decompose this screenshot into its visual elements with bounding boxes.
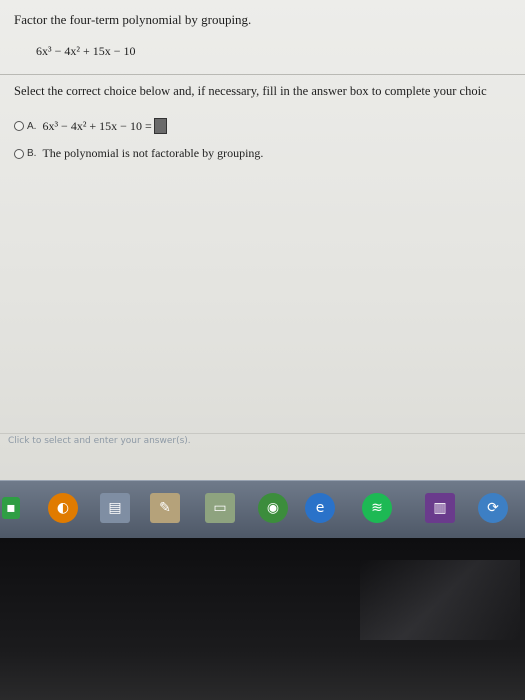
taskbar: ▪ ◐ ▤ ✎ ▭ ◉ e ≋ ▥ ⟳ bbox=[0, 480, 525, 539]
radio-button-b[interactable] bbox=[14, 148, 24, 159]
screen-glare bbox=[360, 560, 520, 640]
winrar-icon[interactable]: ▥ bbox=[425, 493, 455, 523]
internet-explorer-icon[interactable]: e bbox=[305, 493, 335, 523]
answer-box[interactable] bbox=[153, 118, 167, 134]
instruction-text: Select the correct choice below and, if … bbox=[14, 84, 487, 98]
polynomial-expression: 6x³ − 4x² + 15x − 10 bbox=[36, 44, 136, 58]
folder-icon[interactable]: ▭ bbox=[205, 493, 235, 523]
choice-a-text: 6x³ − 4x² + 15x − 10 = bbox=[42, 118, 152, 133]
answer-hint: Click to select and enter your answer(s)… bbox=[8, 436, 191, 446]
browser-icon[interactable]: ◐ bbox=[48, 493, 78, 523]
question-prompt: Factor the four-term polynomial by group… bbox=[14, 12, 252, 27]
choice-a-letter: A. bbox=[27, 120, 37, 132]
start-icon[interactable]: ▪ bbox=[2, 497, 20, 519]
chrome-icon[interactable]: ◉ bbox=[258, 493, 288, 523]
radio-button-a[interactable] bbox=[14, 121, 24, 131]
footer-divider bbox=[0, 433, 525, 434]
choice-a[interactable]: A. 6x³ − 4x² + 15x − 10 = bbox=[14, 118, 167, 134]
spotify-icon[interactable]: ≋ bbox=[362, 493, 392, 523]
file-explorer-icon[interactable]: ▤ bbox=[100, 493, 130, 523]
sync-icon[interactable]: ⟳ bbox=[478, 493, 508, 523]
browser-content: Factor the four-term polynomial by group… bbox=[0, 0, 525, 480]
divider bbox=[0, 74, 525, 75]
choice-b-text: The polynomial is not factorable by grou… bbox=[42, 146, 264, 160]
choice-b[interactable]: B. The polynomial is not factorable by g… bbox=[14, 146, 263, 161]
choice-b-letter: B. bbox=[27, 148, 37, 159]
notepad-icon[interactable]: ✎ bbox=[150, 493, 180, 523]
